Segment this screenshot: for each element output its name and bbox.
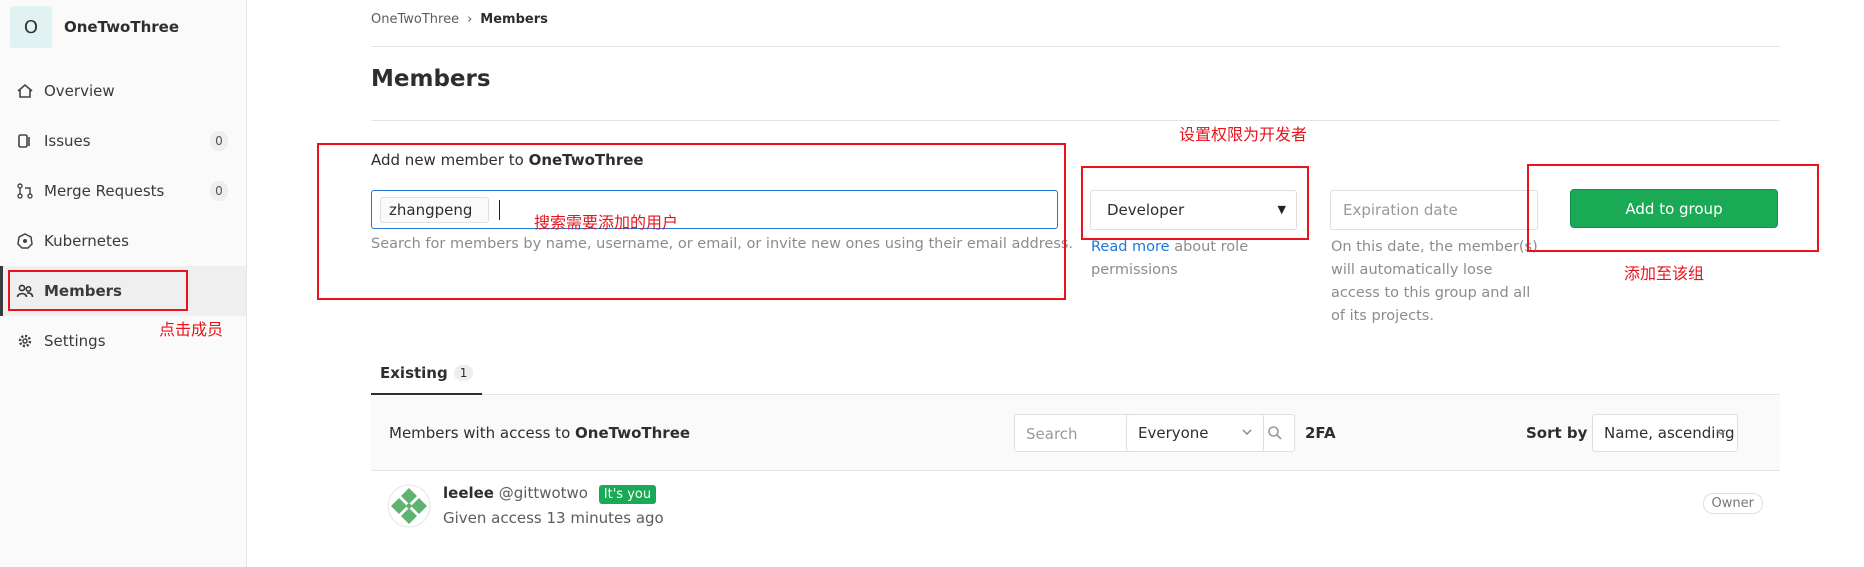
sidebar-item-label: Merge Requests bbox=[44, 182, 165, 200]
members-access-label: Members with access to OneTwoThree bbox=[389, 424, 690, 442]
annotation-click-members: 点击成员 bbox=[159, 320, 224, 339]
twofa-dropdown-value: Everyone bbox=[1138, 424, 1209, 442]
twofa-dropdown[interactable]: Everyone bbox=[1126, 414, 1264, 452]
annotation-box-member-input bbox=[317, 143, 1066, 300]
members-access-group: OneTwoThree bbox=[575, 424, 691, 442]
read-more-link[interactable]: Read more bbox=[1091, 239, 1170, 255]
group-name: OneTwoThree bbox=[64, 18, 180, 36]
expiration-date-placeholder: Expiration date bbox=[1343, 201, 1458, 219]
annotation-box-add-button bbox=[1527, 164, 1819, 252]
sidebar-item-issues[interactable]: Issues 0 bbox=[0, 116, 246, 166]
annotation-set-role: 设置权限为开发者 bbox=[1179, 125, 1308, 144]
role-badge: Owner bbox=[1702, 493, 1763, 514]
chevron-right-icon: › bbox=[467, 12, 473, 27]
sidebar-item-kubernetes[interactable]: Kubernetes bbox=[0, 216, 246, 266]
sidebar-item-overview[interactable]: Overview bbox=[0, 66, 246, 116]
gear-icon bbox=[16, 332, 34, 350]
annotation-box-members bbox=[8, 270, 188, 311]
page-title: Members bbox=[371, 66, 491, 92]
breadcrumb: OneTwoThree › Members bbox=[371, 12, 548, 27]
issues-icon bbox=[16, 132, 34, 150]
tab-count-badge: 1 bbox=[453, 364, 474, 381]
member-tabs: Existing 1 bbox=[371, 352, 1780, 395]
group-avatar: O bbox=[10, 6, 52, 48]
expiration-date-input[interactable]: Expiration date bbox=[1330, 190, 1538, 230]
members-access-prefix: Members with access to bbox=[389, 424, 571, 442]
expiration-help: On this date, the member(s) will automat… bbox=[1331, 239, 1538, 324]
annotation-search-user: 搜索需要添加的用户 bbox=[534, 213, 679, 232]
chevron-down-icon bbox=[1241, 424, 1253, 442]
member-name[interactable]: leelee bbox=[443, 484, 494, 502]
members-filter-bar: Members with access to OneTwoThree Searc… bbox=[371, 396, 1780, 471]
sort-label: Sort by bbox=[1526, 424, 1588, 442]
divider bbox=[371, 120, 1780, 121]
sidebar-item-label: Kubernetes bbox=[44, 232, 129, 250]
member-username: @gittwotwo bbox=[498, 484, 588, 502]
avatar bbox=[387, 484, 431, 528]
group-header[interactable]: O OneTwoThree bbox=[10, 6, 179, 48]
member-access-time: Given access 13 minutes ago bbox=[443, 509, 664, 527]
kubernetes-icon bbox=[16, 232, 34, 250]
divider bbox=[371, 46, 1780, 47]
sidebar-item-label: Overview bbox=[44, 82, 115, 100]
member-name-line: leelee @gittwotwo It's you bbox=[443, 484, 657, 504]
members-search-placeholder: Search bbox=[1026, 425, 1078, 443]
role-help: Read more about role permissions bbox=[1091, 236, 1281, 282]
twofa-label: 2FA bbox=[1305, 424, 1336, 442]
home-icon bbox=[16, 82, 34, 100]
annotation-box-role bbox=[1081, 166, 1309, 240]
annotation-add-group: 添加至该组 bbox=[1624, 264, 1705, 283]
merge-request-icon bbox=[16, 182, 34, 200]
sidebar-item-label: Issues bbox=[44, 132, 91, 150]
breadcrumb-parent[interactable]: OneTwoThree bbox=[371, 12, 459, 27]
sort-dropdown[interactable]: Name, ascending bbox=[1592, 414, 1738, 452]
member-row: leelee @gittwotwo It's you Given access … bbox=[371, 472, 1780, 542]
issues-count-badge: 0 bbox=[210, 131, 228, 151]
its-you-badge: It's you bbox=[598, 485, 657, 504]
chevron-down-icon bbox=[1715, 424, 1727, 442]
sidebar-item-label: Settings bbox=[44, 332, 106, 350]
tab-existing[interactable]: Existing 1 bbox=[371, 352, 483, 395]
tab-label: Existing bbox=[380, 363, 448, 382]
breadcrumb-current[interactable]: Members bbox=[480, 12, 548, 27]
merge-requests-count-badge: 0 bbox=[210, 181, 228, 201]
sidebar-item-merge-requests[interactable]: Merge Requests 0 bbox=[0, 166, 246, 216]
